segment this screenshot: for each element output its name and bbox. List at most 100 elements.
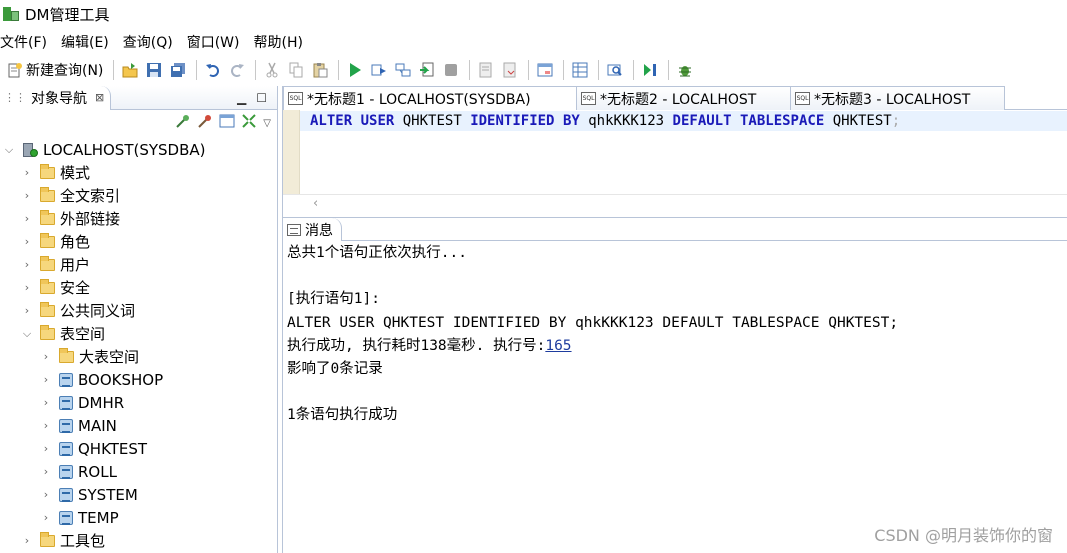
- tree-item-tablespace-temp[interactable]: › TEMP: [0, 506, 277, 529]
- refresh-icon[interactable]: [219, 113, 235, 133]
- tree-root-label: LOCALHOST(SYSDBA): [43, 140, 206, 159]
- view-menu-icon[interactable]: ▽: [263, 118, 271, 129]
- sql-code-line[interactable]: ALTER USER QHKTEST IDENTIFIED BY qhkKKK1…: [300, 111, 1067, 131]
- tree-item-tablespace-system[interactable]: › SYSTEM: [0, 483, 277, 506]
- redo-button[interactable]: [226, 59, 248, 81]
- maximize-icon[interactable]: ☐: [256, 91, 267, 105]
- chevron-right-icon[interactable]: ›: [20, 166, 34, 179]
- collapse-all-icon[interactable]: [241, 113, 257, 133]
- message-line: 1条语句执行成功: [287, 407, 398, 424]
- tab-messages[interactable]: 消息: [283, 218, 342, 241]
- commit-button[interactable]: [475, 59, 497, 81]
- menu-edit[interactable]: 编辑(E): [61, 32, 116, 52]
- tree-item-tablespace-bookshop[interactable]: › BOOKSHOP: [0, 368, 277, 391]
- tree-item-toolkit[interactable]: › 工具包: [0, 529, 277, 552]
- menu-window[interactable]: 窗口(W): [187, 32, 247, 52]
- rollback-button[interactable]: [499, 59, 521, 81]
- navigator-tab-label: 对象导航: [31, 90, 87, 107]
- stop-button[interactable]: [440, 59, 462, 81]
- open-button[interactable]: [119, 59, 141, 81]
- chevron-right-icon[interactable]: ›: [39, 442, 53, 455]
- editor-ruler: [283, 110, 300, 194]
- debug-button[interactable]: [674, 59, 696, 81]
- chevron-down-icon[interactable]: ⌵: [20, 327, 34, 341]
- tree-item-user[interactable]: › 用户: [0, 253, 277, 276]
- format-button[interactable]: [534, 59, 556, 81]
- chevron-right-icon[interactable]: ›: [20, 189, 34, 202]
- tree-item-big-tablespace[interactable]: › 大表空间: [0, 345, 277, 368]
- chevron-right-icon[interactable]: ›: [20, 281, 34, 294]
- run-step-button[interactable]: [639, 59, 661, 81]
- window-title: DM管理工具: [25, 5, 110, 24]
- tab-query-1[interactable]: SQL *无标题1 - LOCALHOST(SYSDBA): [283, 86, 577, 110]
- grid-button[interactable]: [569, 59, 591, 81]
- tree-root-connection[interactable]: ⌵ LOCALHOST(SYSDBA): [0, 138, 277, 161]
- chevron-right-icon[interactable]: ›: [20, 534, 34, 547]
- tablespace-icon: [59, 395, 73, 410]
- tree-item-label: 工具包: [60, 532, 106, 550]
- tree-item-security[interactable]: › 安全: [0, 276, 277, 299]
- tree-item-label: BOOKSHOP: [78, 370, 164, 389]
- paste-button[interactable]: [309, 59, 331, 81]
- chevron-right-icon[interactable]: ›: [39, 488, 53, 501]
- tree-item-tablespace-dmhr[interactable]: › DMHR: [0, 391, 277, 414]
- paste-icon: [312, 62, 328, 78]
- message-line: ALTER USER QHKTEST IDENTIFIED BY qhkKKK1…: [287, 314, 899, 331]
- menu-file[interactable]: 文件(F): [0, 32, 54, 52]
- sql-identifier: qhkKKK123: [588, 113, 665, 129]
- chevron-right-icon[interactable]: ›: [39, 419, 53, 432]
- editor-horizontal-scrollbar[interactable]: ‹: [283, 194, 1067, 214]
- tree-item-external-link[interactable]: › 外部链接: [0, 207, 277, 230]
- disconnect-icon[interactable]: [197, 113, 213, 133]
- chevron-right-icon[interactable]: ›: [39, 465, 53, 478]
- chevron-right-icon[interactable]: ›: [39, 396, 53, 409]
- execute-button[interactable]: [344, 59, 366, 81]
- chevron-right-icon[interactable]: ›: [20, 212, 34, 225]
- tab-object-navigator[interactable]: ⋮⋮ 对象导航 ⊠: [0, 85, 112, 110]
- explain-button[interactable]: [392, 59, 414, 81]
- menu-help[interactable]: 帮助(H): [254, 32, 310, 52]
- chevron-right-icon[interactable]: ›: [39, 373, 53, 386]
- tree-item-fulltext-index[interactable]: › 全文索引: [0, 184, 277, 207]
- tree-item-label: MAIN: [78, 416, 117, 435]
- new-query-button[interactable]: 新建查询(N): [4, 59, 106, 81]
- tree-item-role[interactable]: › 角色: [0, 230, 277, 253]
- tree-item-public-synonym[interactable]: › 公共同义词: [0, 299, 277, 322]
- tree-item-tablespace-qhktest[interactable]: › QHKTEST: [0, 437, 277, 460]
- commit-icon: [478, 62, 494, 78]
- chevron-right-icon[interactable]: ›: [20, 235, 34, 248]
- scroll-left-icon[interactable]: ‹: [313, 196, 318, 211]
- chevron-right-icon[interactable]: ›: [39, 350, 53, 363]
- close-icon[interactable]: ⊠: [95, 91, 104, 104]
- undo-button[interactable]: [202, 59, 224, 81]
- tree-item-tablespace[interactable]: ⌵ 表空间: [0, 322, 277, 345]
- tree-item-schema[interactable]: › 模式: [0, 161, 277, 184]
- tab-query-2[interactable]: SQL *无标题2 - LOCALHOST: [577, 86, 791, 110]
- minimize-icon[interactable]: ▁: [237, 91, 246, 105]
- menu-query[interactable]: 查询(Q): [123, 32, 180, 52]
- export-icon: [419, 62, 435, 78]
- chevron-right-icon[interactable]: ›: [39, 511, 53, 524]
- search-button[interactable]: [604, 59, 626, 81]
- folder-icon: [40, 163, 55, 179]
- cut-button[interactable]: [261, 59, 283, 81]
- tree-item-tablespace-main[interactable]: › MAIN: [0, 414, 277, 437]
- save-all-button[interactable]: [167, 59, 189, 81]
- sql-editor[interactable]: ALTER USER QHKTEST IDENTIFIED BY qhkKKK1…: [283, 110, 1067, 194]
- copy-button[interactable]: [285, 59, 307, 81]
- explain-icon: [395, 62, 411, 78]
- execution-id-link[interactable]: 165: [545, 338, 571, 354]
- save-button[interactable]: [143, 59, 165, 81]
- connect-icon[interactable]: [175, 113, 191, 133]
- chevron-down-icon[interactable]: ⌵: [2, 143, 16, 157]
- sql-keyword: TABLESPACE: [739, 113, 825, 129]
- folder-icon: [40, 301, 55, 317]
- chevron-right-icon[interactable]: ›: [20, 304, 34, 317]
- tab-query-3[interactable]: SQL *无标题3 - LOCALHOST: [791, 86, 1005, 110]
- export-button[interactable]: [416, 59, 438, 81]
- tree-item-tablespace-roll[interactable]: › ROLL: [0, 460, 277, 483]
- execute-script-button[interactable]: [368, 59, 390, 81]
- chevron-right-icon[interactable]: ›: [20, 258, 34, 271]
- tab-label: *无标题3 - LOCALHOST: [814, 91, 971, 108]
- sql-keyword: BY: [562, 113, 580, 129]
